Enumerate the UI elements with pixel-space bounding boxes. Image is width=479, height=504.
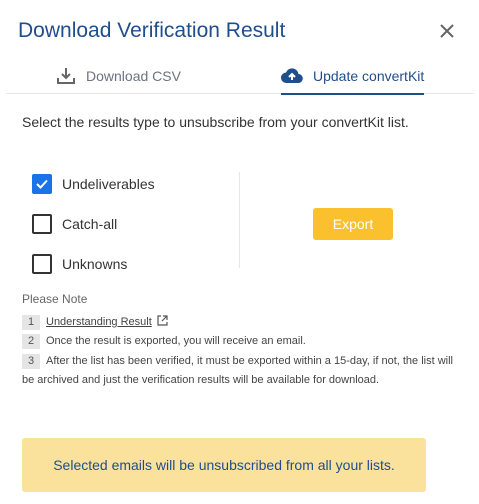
instruction-text: Select the results type to unsubscribe f… [22,114,409,130]
note-number: 1 [22,315,40,330]
vertical-divider [239,172,240,268]
banner-text: Selected emails will be unsubscribed fro… [53,457,395,473]
dialog-title: Download Verification Result [18,19,286,42]
note-item: 2 Once the result is exported, you will r… [22,332,306,351]
note-number: 2 [22,334,40,349]
note-number: 3 [22,354,40,369]
external-link-icon[interactable] [157,315,168,326]
option-label: Undeliverables [62,176,155,192]
option-unknowns[interactable]: Unknowns [32,254,127,274]
cloud-upload-icon [281,68,303,84]
result-type-options: Undeliverables Catch-all Unknowns [32,172,240,274]
note-text: Once the result is exported, you will re… [46,335,306,347]
option-catch-all[interactable]: Catch-all [32,214,117,234]
unsubscribe-warning-banner: Selected emails will be unsubscribed fro… [22,438,426,492]
checkbox-undeliverables[interactable] [32,174,52,194]
option-label: Unknowns [62,256,128,272]
tab-label: Download CSV [86,68,181,84]
tab-bar: Download CSV Update convertKit [6,58,474,95]
note-item: 3 After the list has been verified, it mu… [22,352,460,390]
checkbox-unknowns[interactable] [32,254,52,274]
understanding-result-link[interactable]: Understanding Result [46,316,152,328]
checkbox-catch-all[interactable] [32,214,52,234]
note-text: After the list has been verified, it mus… [22,355,453,386]
close-icon [440,24,454,38]
option-undeliverables[interactable]: Undeliverables [32,174,155,194]
option-label: Catch-all [62,216,118,232]
note-title: Please Note [22,292,88,306]
export-button[interactable]: Export [313,208,393,240]
check-icon [36,179,48,189]
tab-update-convertkit[interactable]: Update convertKit [281,58,425,95]
download-icon [57,68,75,84]
close-button[interactable] [436,20,458,42]
tab-download-csv[interactable]: Download CSV [56,58,181,94]
note-item: 1 Understanding Result [22,313,168,332]
tab-label: Update convertKit [313,68,425,84]
